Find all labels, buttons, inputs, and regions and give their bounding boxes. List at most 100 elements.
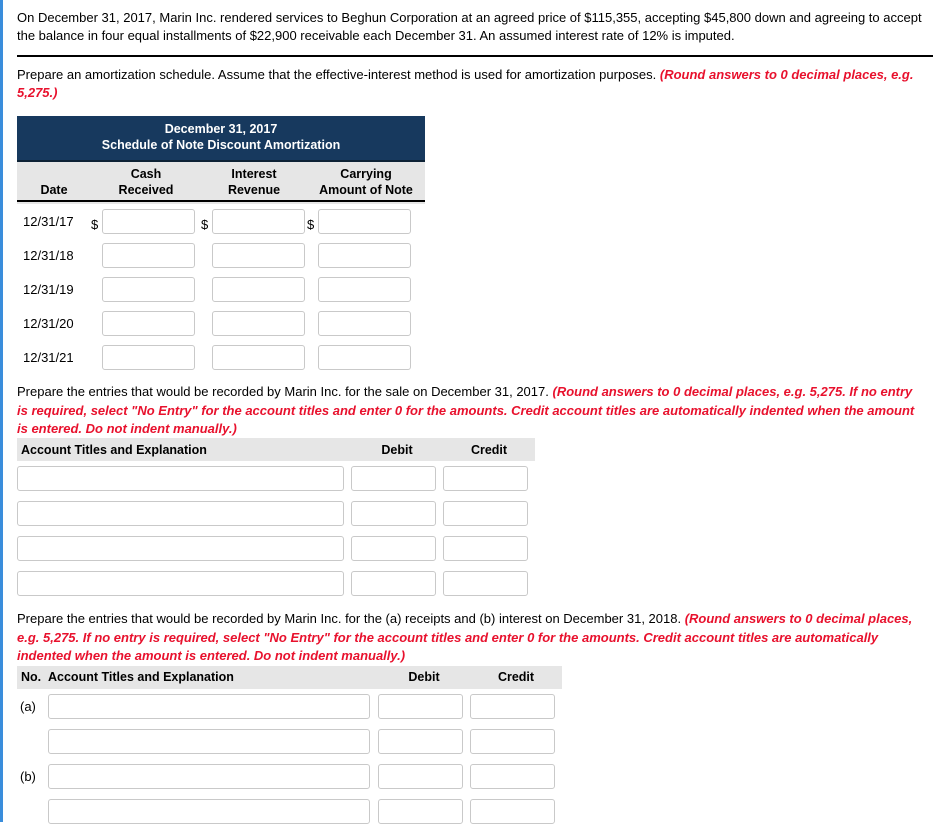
amortization-cell-carrying-amount: $ [307,344,425,370]
journal-input-account-title-2[interactable] [17,501,344,527]
column-header-cash-line2: Received [91,182,201,203]
journal-cell-credit [470,693,562,719]
amortization-cell-interest-revenue: $ [201,276,307,302]
journal-cell-debit [351,571,443,597]
journal-input-account-title-4[interactable] [17,571,344,597]
header-no: No. [21,670,42,685]
journal-input-debit-3[interactable] [351,536,436,562]
header-debit: Debit [381,442,413,457]
amortization-cell-cash-received: $ [91,310,201,336]
journal-input-debit-1[interactable] [378,693,463,719]
journal-input-credit-1[interactable] [443,466,528,492]
header-credit: Credit [470,442,508,457]
journal-input-credit-3[interactable] [470,763,555,789]
amortization-cell-carrying-amount: $ [307,242,425,268]
journal-row: (a) [17,689,562,724]
part-a-instruction: Prepare an amortization schedule. Assume… [3,57,936,103]
amortization-input-cash-received-3[interactable] [102,276,195,302]
column-header-date: Date [17,182,91,204]
amortization-input-interest-revenue-4[interactable] [212,310,305,336]
amortization-title-date: December 31, 2017 [164,121,278,136]
receipts-journal-rows: (a) (b) [17,689,562,829]
journal-input-credit-2[interactable] [470,728,555,754]
journal-input-credit-4[interactable] [443,571,528,597]
sale-journal-entry-table: Account Titles and Explanation Debit Cre… [17,438,535,601]
column-header-carrying-line2: Amount of Note [307,182,425,203]
journal-cell-debit [351,501,443,527]
amortization-input-carrying-amount-4[interactable] [318,310,411,336]
amortization-input-interest-revenue-5[interactable] [212,344,305,370]
journal-input-account-title-3[interactable] [17,536,344,562]
amortization-input-cash-received-5[interactable] [102,344,195,370]
column-header-cash-line1: Cash [130,167,162,182]
journal-cell-account-title [48,693,378,719]
journal-input-account-title-1[interactable] [48,693,370,719]
journal-input-debit-2[interactable] [378,728,463,754]
amortization-input-cash-received-1[interactable] [102,208,195,234]
journal-input-credit-4[interactable] [470,798,555,824]
amortization-input-cash-received-4[interactable] [102,310,195,336]
journal-cell-credit [470,763,562,789]
amortization-cell-interest-revenue: $ [201,310,307,336]
journal-input-debit-4[interactable] [351,571,436,597]
sale-journal-rows [17,461,535,601]
journal-cell-debit [378,693,470,719]
part-b-instruction: Prepare the entries that would be record… [3,374,936,438]
receipts-journal-entry-table: No. Account Titles and Explanation Debit… [17,665,562,829]
journal-row [17,461,535,496]
journal-input-debit-1[interactable] [351,466,436,492]
part-a-instruction-text: Prepare an amortization schedule. Assume… [17,66,660,82]
amortization-input-carrying-amount-1[interactable] [318,208,411,234]
amortization-input-cash-received-2[interactable] [102,242,195,268]
amortization-row: 12/31/18$$$ [17,238,425,272]
column-header-interest-revenue: Interest Revenue [201,166,307,204]
amortization-input-carrying-amount-5[interactable] [318,344,411,370]
part-c-instruction-text: Prepare the entries that would be record… [17,611,685,627]
header-account-titles: Account Titles and Explanation [21,442,207,457]
journal-input-debit-2[interactable] [351,501,436,527]
currency-symbol: $ [201,216,209,232]
part-c-instruction: Prepare the entries that would be record… [3,601,936,665]
amortization-input-carrying-amount-3[interactable] [318,276,411,302]
amortization-cell-interest-revenue: $ [201,344,307,370]
journal-input-account-title-3[interactable] [48,763,370,789]
journal-input-account-title-1[interactable] [17,466,344,492]
problem-statement: On December 31, 2017, Marin Inc. rendere… [17,10,922,44]
journal-input-debit-3[interactable] [378,763,463,789]
amortization-input-interest-revenue-3[interactable] [212,276,305,302]
amortization-input-interest-revenue-2[interactable] [212,242,305,268]
journal-input-credit-1[interactable] [470,693,555,719]
amortization-row: 12/31/20$$$ [17,306,425,340]
journal-input-debit-4[interactable] [378,798,463,824]
amortization-title-subject: Schedule of Note Discount Amortization [101,138,341,153]
journal-cell-account-title [17,501,351,527]
amortization-input-interest-revenue-1[interactable] [212,208,305,234]
receipts-journal-headers: No. Account Titles and Explanation Debit… [17,665,562,689]
amortization-input-carrying-amount-2[interactable] [318,242,411,268]
journal-cell-credit [443,501,535,527]
column-header-interest-line1: Interest [231,167,277,182]
amortization-table-title: December 31, 2017 Schedule of Note Disco… [17,115,425,163]
journal-row [17,724,562,759]
journal-row [17,566,535,601]
amortization-row-date: 12/31/19 [23,281,74,297]
amortization-row-date: 12/31/21 [23,349,74,365]
column-header-carrying-amount: Carrying Amount of Note [307,166,425,204]
amortization-cell-cash-received: $ [91,276,201,302]
journal-row-number: (a) [20,698,36,714]
journal-cell-credit [470,798,562,824]
amortization-row-date: 12/31/18 [23,247,74,263]
amortization-row-date: 12/31/20 [23,315,74,331]
amortization-cell-cash-received: $ [91,208,201,234]
column-header-interest-line2: Revenue [201,182,307,203]
journal-row: (b) [17,759,562,794]
column-header-carrying-line1: Carrying [340,167,392,182]
journal-input-account-title-4[interactable] [48,798,370,824]
journal-cell-account-title [48,728,378,754]
amortization-rows: 12/31/17$$$12/31/18$$$12/31/19$$$12/31/2… [17,204,425,374]
journal-input-credit-3[interactable] [443,536,528,562]
journal-row [17,531,535,566]
part-b-instruction-text: Prepare the entries that would be record… [17,384,553,400]
journal-input-credit-2[interactable] [443,501,528,527]
journal-input-account-title-2[interactable] [48,728,370,754]
